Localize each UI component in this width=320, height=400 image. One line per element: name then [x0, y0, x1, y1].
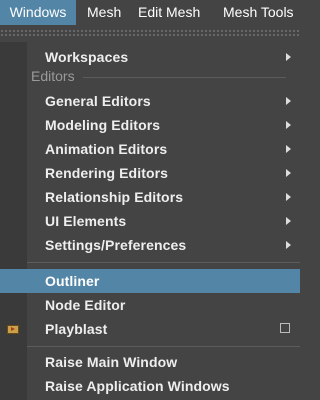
menu-item-label: Workspaces — [45, 49, 129, 65]
menu-item-rendering-editors[interactable]: Rendering Editors — [27, 161, 300, 185]
menu-item-label: Modeling Editors — [45, 117, 161, 133]
playblast-icon — [7, 325, 19, 334]
menu-item-settings-preferences[interactable]: Settings/Preferences — [27, 233, 300, 257]
menubar-windows[interactable]: Windows — [0, 0, 76, 25]
menu-item-general-editors[interactable]: General Editors — [27, 89, 300, 113]
submenu-arrow-icon — [286, 169, 291, 177]
menu-item-raise-application-windows[interactable]: Raise Application Windows — [27, 374, 300, 398]
submenu-arrow-icon — [286, 193, 291, 201]
menu-item-label: Settings/Preferences — [45, 237, 187, 253]
menubar: Windows Mesh Edit Mesh Mesh Tools — [0, 0, 300, 25]
menu-item-animation-editors[interactable]: Animation Editors — [27, 137, 300, 161]
menu-item-label: Raise Application Windows — [45, 378, 230, 394]
section-header-editors: Editors — [27, 67, 300, 87]
menu-separator — [27, 262, 300, 263]
menu-item-workspaces[interactable]: Workspaces — [27, 45, 300, 69]
menubar-mesh[interactable]: Mesh — [87, 0, 121, 25]
menu-item-label: Outliner — [45, 273, 100, 289]
submenu-arrow-icon — [286, 217, 291, 225]
app-window: Windows Mesh Edit Mesh Mesh Tools Worksp… — [0, 0, 300, 400]
menu-icon-column — [0, 42, 27, 400]
menu-item-modeling-editors[interactable]: Modeling Editors — [27, 113, 300, 137]
menu-item-label: Raise Main Window — [45, 354, 178, 370]
tear-off-handle[interactable] — [0, 29, 300, 37]
menu-item-node-editor[interactable]: Node Editor — [27, 293, 300, 317]
option-box-icon[interactable] — [280, 323, 290, 333]
submenu-arrow-icon — [286, 97, 291, 105]
section-divider — [83, 77, 286, 78]
menu-item-ui-elements[interactable]: UI Elements — [27, 209, 300, 233]
menu-item-label: Playblast — [45, 321, 108, 337]
submenu-arrow-icon — [286, 241, 291, 249]
menu-item-relationship-editors[interactable]: Relationship Editors — [27, 185, 300, 209]
menu-item-playblast[interactable]: Playblast — [27, 317, 300, 341]
menu-item-outliner[interactable]: Outliner — [0, 269, 300, 293]
submenu-arrow-icon — [286, 145, 291, 153]
menu-separator — [27, 346, 300, 347]
menu-item-label: UI Elements — [45, 213, 127, 229]
menu-item-label: General Editors — [45, 93, 151, 109]
menu-item-label: Node Editor — [45, 297, 126, 313]
submenu-arrow-icon — [286, 53, 291, 61]
menu-item-label: Animation Editors — [45, 141, 168, 157]
submenu-arrow-icon — [286, 121, 291, 129]
menubar-edit-mesh[interactable]: Edit Mesh — [138, 0, 200, 25]
windows-dropdown-menu: Workspaces Editors General Editors Model… — [0, 25, 300, 400]
menu-item-label: Rendering Editors — [45, 165, 169, 181]
menubar-mesh-tools[interactable]: Mesh Tools — [223, 0, 294, 25]
section-header-label: Editors — [31, 68, 75, 84]
menu-item-label: Relationship Editors — [45, 189, 184, 205]
menu-item-raise-main-window[interactable]: Raise Main Window — [27, 350, 300, 374]
